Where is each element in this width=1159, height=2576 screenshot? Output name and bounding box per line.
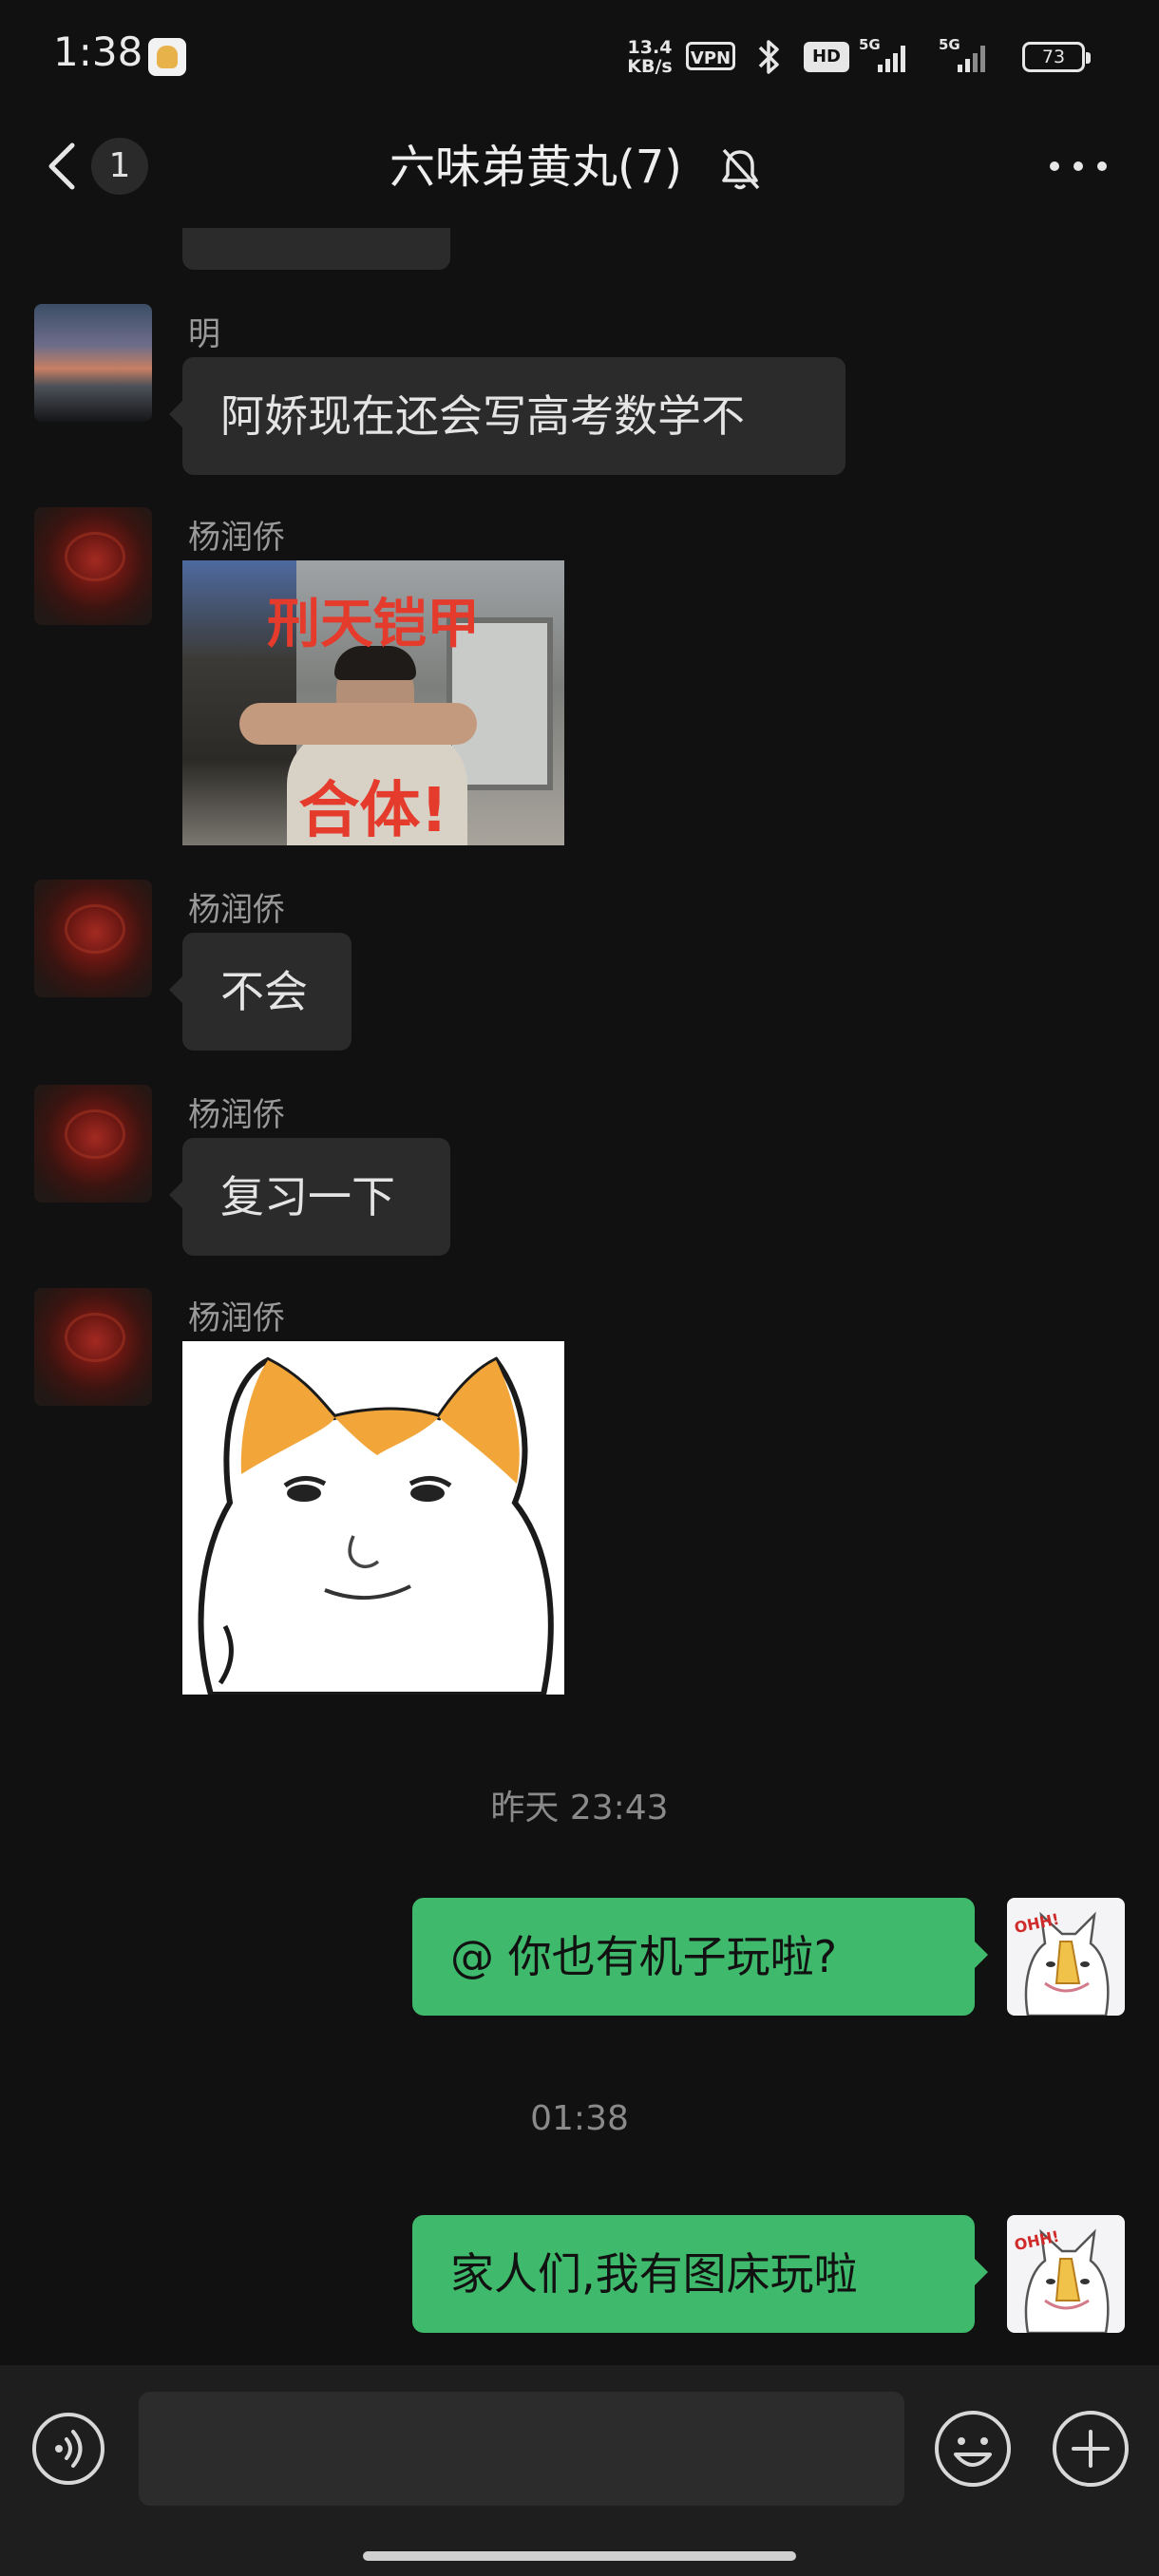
avatar-yang[interactable]: [34, 880, 152, 997]
outgoing-message-bubble[interactable]: 家人们,我有图床玩啦: [412, 2215, 988, 2333]
timestamp: 昨天 23:43: [490, 1789, 669, 1828]
signal-icon-secondary: 5G: [939, 36, 985, 72]
avatar-self[interactable]: OHH!: [1007, 2215, 1125, 2333]
meme-image[interactable]: 刑天铠甲 合体!: [182, 560, 564, 845]
sender-name: 杨润侨: [188, 1096, 285, 1134]
message-input[interactable]: [139, 2392, 904, 2506]
more-options-icon[interactable]: [1045, 152, 1112, 180]
meme-caption-top: 刑天铠甲: [267, 594, 480, 655]
network-speed: 13.4 KB/s: [623, 38, 676, 76]
avatar-yang[interactable]: [34, 1085, 152, 1203]
avatar-yang[interactable]: [34, 1288, 152, 1406]
message-bubble[interactable]: 不会: [169, 933, 352, 1051]
network-speed-unit: KB/s: [627, 56, 673, 77]
sender-name: 杨润侨: [188, 519, 285, 557]
cat-sticker-avatar-icon: OHH!: [1013, 2227, 1110, 2333]
sender-name: 明: [188, 315, 220, 353]
sender-name: 杨润侨: [188, 891, 285, 929]
home-indicator[interactable]: [363, 2551, 796, 2561]
back-arrow-icon[interactable]: [38, 138, 86, 195]
message-bubble[interactable]: 阿娇现在还会写高考数学不: [169, 357, 846, 475]
avatar-self[interactable]: OHH!: [1007, 1898, 1125, 2016]
network-type-1: 5G: [859, 36, 881, 53]
hd-voice-icon: HD: [804, 42, 849, 72]
message-bubble[interactable]: 复习一下: [169, 1138, 450, 1256]
chat-messages[interactable]: [0, 228, 1159, 2365]
outgoing-message-bubble[interactable]: @ 你也有机子玩啦?: [412, 1898, 988, 2016]
signal-icon: 5G: [859, 36, 905, 72]
network-speed-value: 13.4: [627, 37, 673, 58]
timestamp: 01:38: [530, 2099, 629, 2138]
status-time: 1:38: [53, 28, 143, 75]
mute-bell-icon: [722, 148, 760, 190]
bluetooth-icon: [758, 40, 779, 74]
voice-input-icon[interactable]: [30, 2411, 106, 2487]
battery-icon: 73: [1022, 42, 1091, 72]
sender-name: 杨润侨: [188, 1299, 285, 1337]
unread-count-badge[interactable]: 1: [91, 138, 148, 195]
app-notification-icon: [148, 38, 186, 76]
chat-title[interactable]: 六味弟黄丸(7): [390, 137, 703, 198]
avatar-ming[interactable]: [34, 304, 152, 422]
cat-sticker-image[interactable]: [182, 1341, 564, 1695]
add-more-icon[interactable]: [1051, 2409, 1130, 2489]
message-bubble-partial[interactable]: [182, 228, 450, 270]
vpn-icon: VPN: [686, 42, 735, 70]
avatar-yang[interactable]: [34, 507, 152, 625]
network-type-2: 5G: [939, 36, 960, 53]
emoji-icon[interactable]: [933, 2409, 1013, 2489]
cat-sticker-avatar-icon: OHH!: [1013, 1910, 1110, 2016]
meme-caption-bottom: 合体!: [298, 776, 448, 845]
image-person-arm: [239, 703, 477, 745]
